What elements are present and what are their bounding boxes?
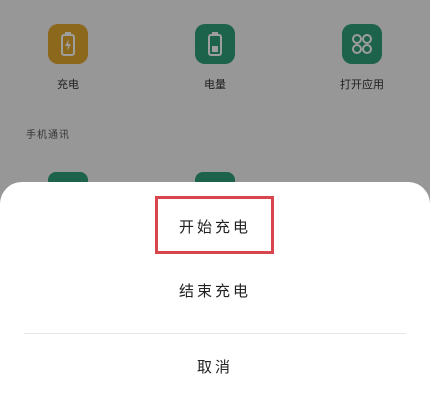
stop-charging-button[interactable]: 结束充电 [0, 280, 430, 301]
cancel-button[interactable]: 取消 [0, 356, 430, 377]
divider [24, 333, 406, 334]
highlight-box [155, 196, 274, 254]
